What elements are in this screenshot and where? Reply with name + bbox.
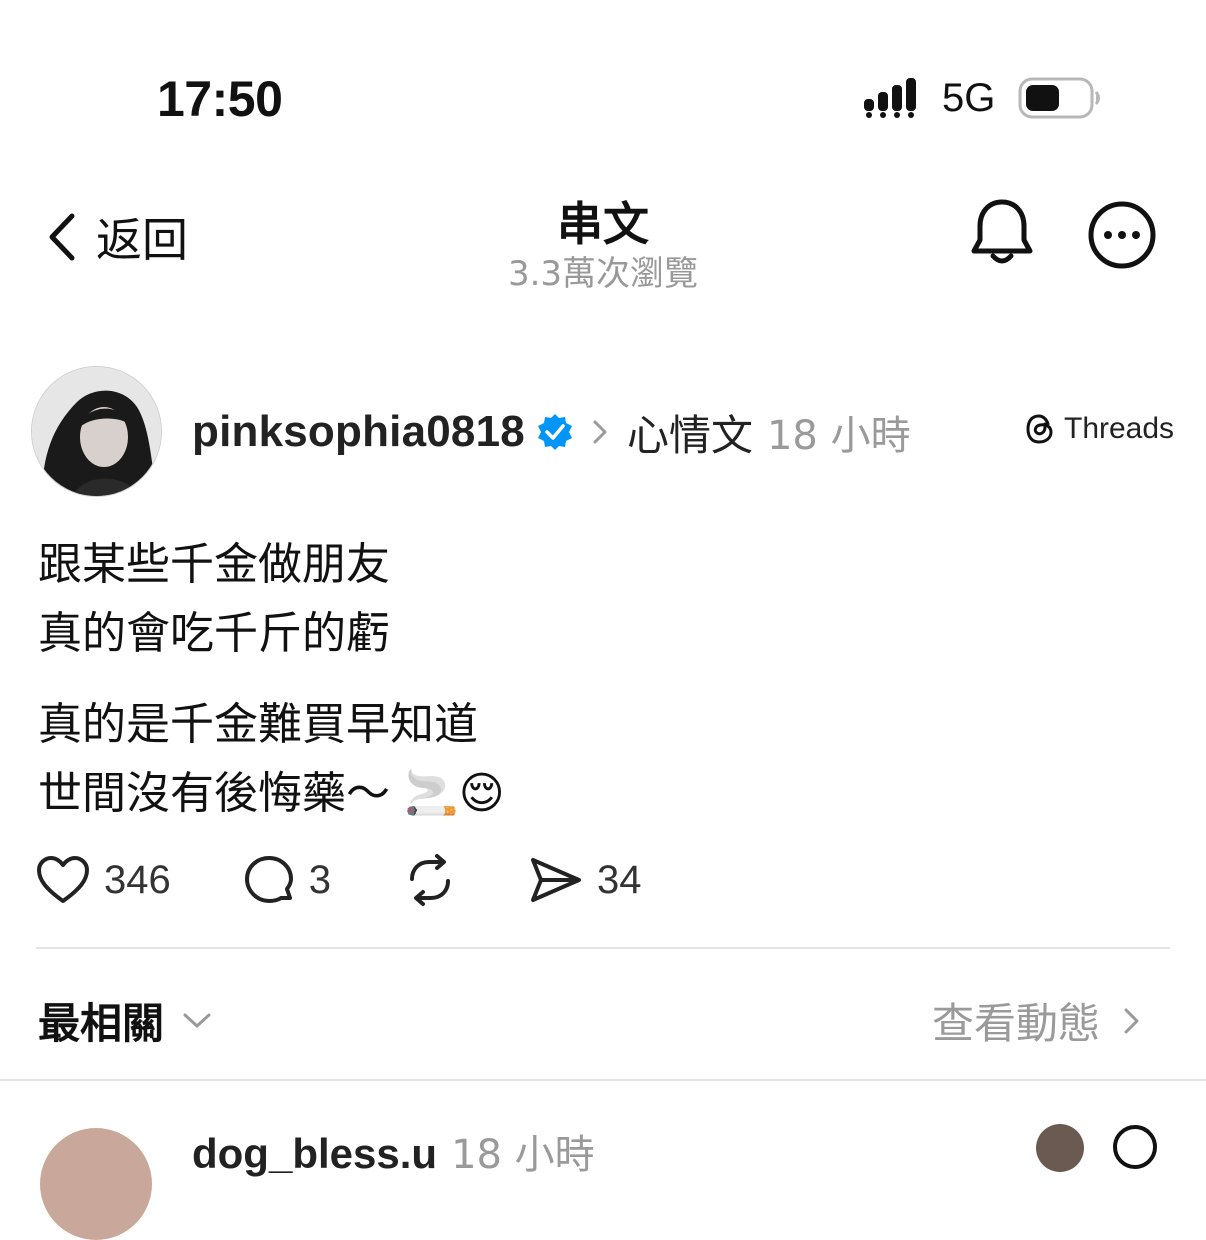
network-type: 5G	[942, 76, 996, 120]
view-activity-link[interactable]: 查看動態	[932, 990, 1142, 1051]
post-body: 跟某些千金做朋友 真的會吃千斤的虧 真的是千金難買早知道 世間沒有後悔藥～ 🚬😌	[38, 530, 505, 828]
chevron-down-icon	[183, 1013, 211, 1027]
post-line: 真的會吃千斤的虧	[38, 608, 390, 659]
threads-source-label: Threads	[1064, 412, 1175, 445]
post-line: 真的是千金難買早知道	[38, 699, 478, 750]
status-time: 17:50	[157, 71, 283, 127]
verified-badge-icon	[537, 414, 572, 450]
post-time: 18 小時	[766, 413, 911, 459]
comment-bubble-icon	[244, 856, 293, 903]
like-count: 346	[104, 857, 171, 902]
reply-username[interactable]: dog_bless.u	[192, 1130, 437, 1178]
view-count: 3.3萬次瀏覽	[507, 254, 699, 294]
send-icon	[531, 858, 581, 902]
divider	[0, 1079, 1206, 1081]
reply-mini-avatar	[1036, 1124, 1084, 1172]
reply-avatar[interactable]	[40, 1128, 152, 1240]
page-title: 串文	[557, 197, 649, 251]
more-options-icon[interactable]	[1086, 199, 1158, 271]
repost-icon	[410, 854, 450, 906]
sort-dropdown[interactable]: 最相關	[38, 990, 212, 1051]
reply-meta: dog_bless.u 18 小時	[192, 1122, 595, 1180]
heart-icon	[37, 856, 89, 903]
post-line: 跟某些千金做朋友	[38, 539, 390, 590]
divider	[36, 947, 1170, 949]
author-avatar[interactable]	[31, 366, 162, 497]
battery-icon	[1018, 77, 1100, 119]
like-button[interactable]: 346	[36, 855, 171, 905]
topic-tag[interactable]: 心情文	[627, 402, 753, 463]
back-label: 返回	[96, 213, 188, 267]
chevron-left-icon	[49, 213, 75, 261]
comment-button[interactable]: 3	[243, 854, 331, 906]
post-meta: pinksophia0818 心情文 18 小時	[192, 402, 911, 462]
threads-logo-icon	[1026, 414, 1053, 444]
reply-time: 18 小時	[451, 1132, 595, 1178]
threads-logo-icon[interactable]	[1112, 1124, 1158, 1170]
author-username[interactable]: pinksophia0818	[192, 407, 525, 457]
post-line: 世間沒有後悔藥～ 🚬😌	[38, 768, 505, 819]
chevron-right-icon	[593, 420, 607, 444]
signal-strength-icon	[864, 78, 916, 118]
share-button[interactable]: 34	[529, 855, 642, 905]
sort-label: 最相關	[38, 999, 165, 1048]
threads-source-badge[interactable]: Threads	[1024, 412, 1174, 446]
comment-count: 3	[308, 857, 331, 902]
repost-button[interactable]	[403, 853, 457, 907]
bell-icon[interactable]	[968, 196, 1036, 272]
share-count: 34	[597, 857, 642, 902]
view-activity-label: 查看動態	[932, 999, 1101, 1048]
chevron-right-icon	[1124, 1008, 1139, 1033]
post-actions: 346 3 34	[36, 848, 642, 912]
back-button[interactable]: 返回	[44, 205, 188, 269]
